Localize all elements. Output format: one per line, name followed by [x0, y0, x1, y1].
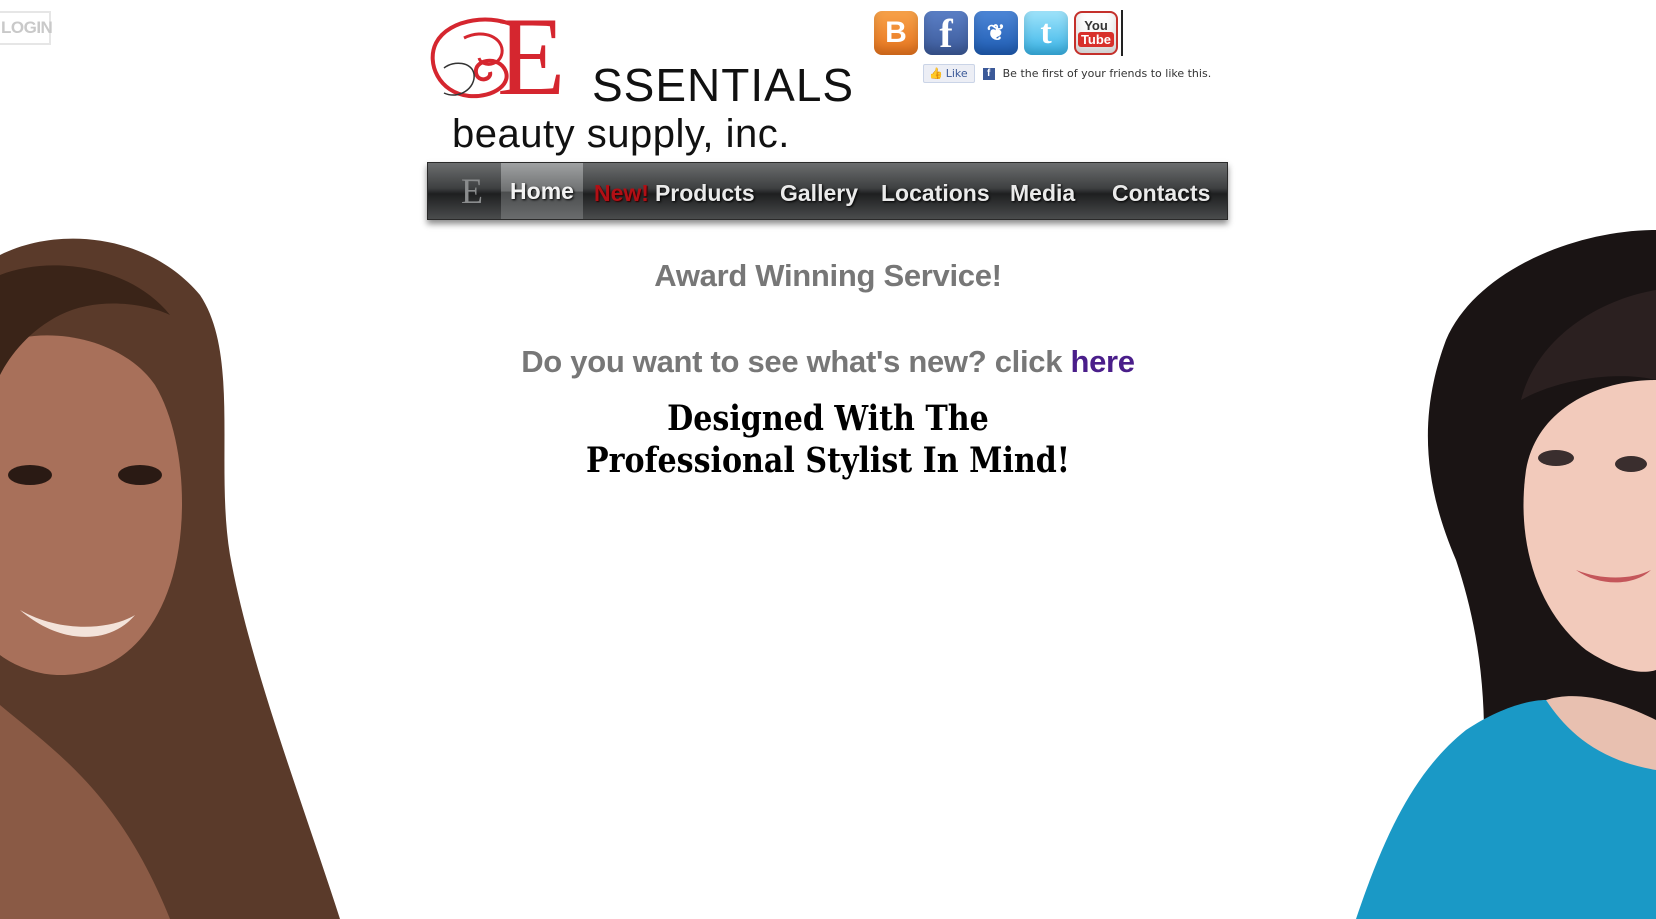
facebook-like-button[interactable]: 👍 Like [923, 64, 975, 83]
youtube-you-text: You [1084, 18, 1108, 33]
nav-products[interactable]: New! Products [594, 163, 755, 219]
youtube-tube-text: Tube [1077, 32, 1115, 47]
nav-contacts[interactable]: Contacts [1112, 163, 1210, 219]
whats-new-link[interactable]: here [1070, 344, 1135, 379]
like-label: Like [945, 67, 968, 80]
nav-gallery[interactable]: Gallery [780, 163, 858, 219]
page-headline: Award Winning Service! [654, 258, 1002, 293]
site-logo[interactable]: E SSENTIALS beauty supply, inc. [424, 1, 853, 156]
twitter-icon[interactable]: t [1024, 11, 1068, 55]
facebook-small-icon: f [982, 67, 995, 80]
logo-letter-e: E [497, 0, 566, 119]
thumbs-up-icon: 👍 [929, 67, 943, 80]
main-nav: E Home New! Products Gallery Locations Me… [427, 162, 1228, 220]
tagline: Designed With The Professional Stylist I… [585, 398, 1071, 481]
nav-products-label: Products [654, 180, 755, 206]
whats-new-prompt: Do you want to see what's new? click her… [0, 344, 1656, 380]
nav-home[interactable]: Home [501, 163, 583, 219]
nav-locations[interactable]: Locations [881, 163, 990, 219]
nav-media[interactable]: Media [1010, 163, 1075, 219]
like-status-text: Be the first of your friends to like thi… [1002, 67, 1212, 80]
new-badge: New! [594, 180, 649, 206]
social-links: B f ❦ t You Tube [874, 11, 1118, 56]
whats-new-text: Do you want to see what's new? click [521, 344, 1063, 379]
right-model-photo [1356, 230, 1656, 919]
blogger-icon[interactable]: B [874, 11, 918, 55]
logo-word: SSENTIALS [592, 59, 855, 111]
login-button[interactable]: LOGIN [0, 11, 53, 45]
facebook-icon[interactable]: f [924, 11, 968, 56]
social-divider [1121, 10, 1123, 56]
youtube-icon[interactable]: You Tube [1074, 11, 1118, 55]
left-model-photo [0, 238, 340, 919]
logo-subtitle: beauty supply, inc. [452, 112, 790, 156]
myspace-icon[interactable]: ❦ [974, 11, 1018, 55]
nav-logo-icon[interactable]: E [448, 163, 496, 219]
facebook-like-widget: 👍 Like f Be the first of your friends to… [923, 64, 1211, 83]
